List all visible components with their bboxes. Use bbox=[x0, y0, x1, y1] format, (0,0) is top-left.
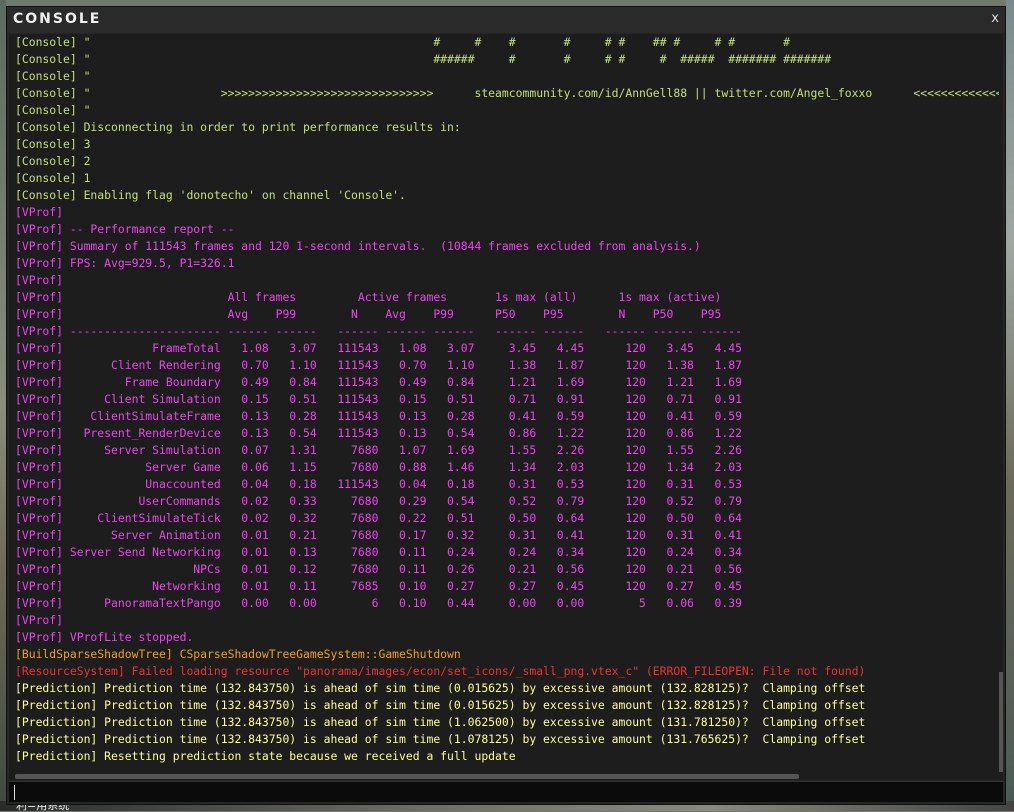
horizontal-scrollbar-thumb[interactable] bbox=[15, 774, 799, 779]
console-line: [VProf] bbox=[15, 613, 64, 627]
console-line: [Console] " # # # # # # ## # # # # bbox=[15, 35, 790, 49]
console-line: [VProf] bbox=[15, 205, 64, 219]
console-line: [Console] " ###### # # # # # ##### #####… bbox=[15, 52, 832, 66]
horizontal-scrollbar[interactable] bbox=[9, 772, 1003, 780]
console-input[interactable] bbox=[13, 784, 993, 800]
console-line: [Prediction] Prediction time (132.843750… bbox=[15, 715, 866, 729]
console-line: [VProf] Unaccounted 0.04 0.18 111543 0.0… bbox=[15, 477, 742, 491]
console-line: [VProf] Summary of 111543 frames and 120… bbox=[15, 239, 701, 253]
console-line: [VProf] VProfLite stopped. bbox=[15, 630, 194, 644]
console-title: CONSOLE bbox=[13, 11, 102, 27]
console-line: [VProf] UserCommands 0.02 0.33 7680 0.29… bbox=[15, 494, 742, 508]
console-line: [VProf] Server Game 0.06 1.15 7680 0.88 … bbox=[15, 460, 742, 474]
console-line: [Prediction] Prediction time (132.843750… bbox=[15, 681, 866, 695]
console-line: [Console] 1 bbox=[15, 171, 91, 185]
console-line: [VProf] Client Simulation 0.15 0.51 1115… bbox=[15, 392, 742, 406]
console-line: [VProf] FPS: Avg=929.5, P1=326.1 bbox=[15, 256, 235, 270]
console-line: [Console] " >>>>>>>>>>>>>>>>>>>>>>>>>>>>… bbox=[15, 86, 1003, 100]
console-line: [VProf] Avg P99 N Avg P99 P50 P95 N P50 … bbox=[15, 307, 722, 321]
console-line: [VProf] NPCs 0.01 0.12 7680 0.11 0.26 0.… bbox=[15, 562, 742, 576]
console-line: [Console] Disconnecting in order to prin… bbox=[15, 120, 461, 134]
console-line: [VProf] Server Send Networking 0.01 0.13… bbox=[15, 545, 742, 559]
background-right-edge bbox=[1006, 0, 1014, 811]
vertical-scrollbar[interactable] bbox=[999, 34, 1003, 772]
console-line: [VProf] Client Rendering 0.70 1.10 11154… bbox=[15, 358, 742, 372]
console-line: [Prediction] Prediction time (132.843750… bbox=[15, 732, 866, 746]
console-line: [VProf] ---------------------- ------ --… bbox=[15, 324, 742, 338]
console-input-bar[interactable] bbox=[9, 781, 1003, 802]
console-line: [VProf] Server Simulation 0.07 1.31 7680… bbox=[15, 443, 742, 457]
vertical-scrollbar-thumb[interactable] bbox=[999, 672, 1003, 772]
console-line: [VProf] Present_RenderDevice 0.13 0.54 1… bbox=[15, 426, 742, 440]
console-line: [Console] 3 bbox=[15, 137, 91, 151]
console-line: [Console] " bbox=[15, 69, 91, 83]
console-line: [Console] 2 bbox=[15, 154, 91, 168]
close-button[interactable]: x bbox=[991, 11, 999, 26]
console-line: [ResourceSystem] Failed loading resource… bbox=[15, 664, 866, 678]
console-line: [VProf] Networking 0.01 0.11 7685 0.10 0… bbox=[15, 579, 742, 593]
console-line: [VProf] PanoramaTextPango 0.00 0.00 6 0.… bbox=[15, 596, 742, 610]
console-line: [BuildSparseShadowTree] CSparseShadowTre… bbox=[15, 647, 461, 661]
console-titlebar[interactable]: CONSOLE x bbox=[7, 7, 1005, 33]
console-window: CONSOLE x [Console] " # # # # # # ## # #… bbox=[6, 6, 1006, 805]
console-line: [Console] " bbox=[15, 103, 91, 117]
console-line: [Prediction] Prediction time (132.843750… bbox=[15, 698, 866, 712]
console-line: [VProf] Frame Boundary 0.49 0.84 111543 … bbox=[15, 375, 742, 389]
console-line: [Console] Enabling flag 'donotecho' on c… bbox=[15, 188, 406, 202]
console-line: [VProf] FrameTotal 1.08 3.07 111543 1.08… bbox=[15, 341, 742, 355]
console-line: [VProf] All frames Active frames 1s max … bbox=[15, 290, 722, 304]
console-line: [VProf] -- Performance report -- bbox=[15, 222, 235, 236]
console-line: [Prediction] Resetting prediction state … bbox=[15, 749, 516, 763]
console-output[interactable]: [Console] " # # # # # # ## # # # # [Conso… bbox=[9, 34, 1003, 772]
console-lines: [Console] " # # # # # # ## # # # # [Conso… bbox=[15, 34, 1003, 765]
console-line: [VProf] bbox=[15, 273, 64, 287]
console-line: [VProf] Server Animation 0.01 0.21 7680 … bbox=[15, 528, 742, 542]
console-line: [VProf] ClientSimulateTick 0.02 0.32 768… bbox=[15, 511, 742, 525]
console-line: [VProf] ClientSimulateFrame 0.13 0.28 11… bbox=[15, 409, 742, 423]
